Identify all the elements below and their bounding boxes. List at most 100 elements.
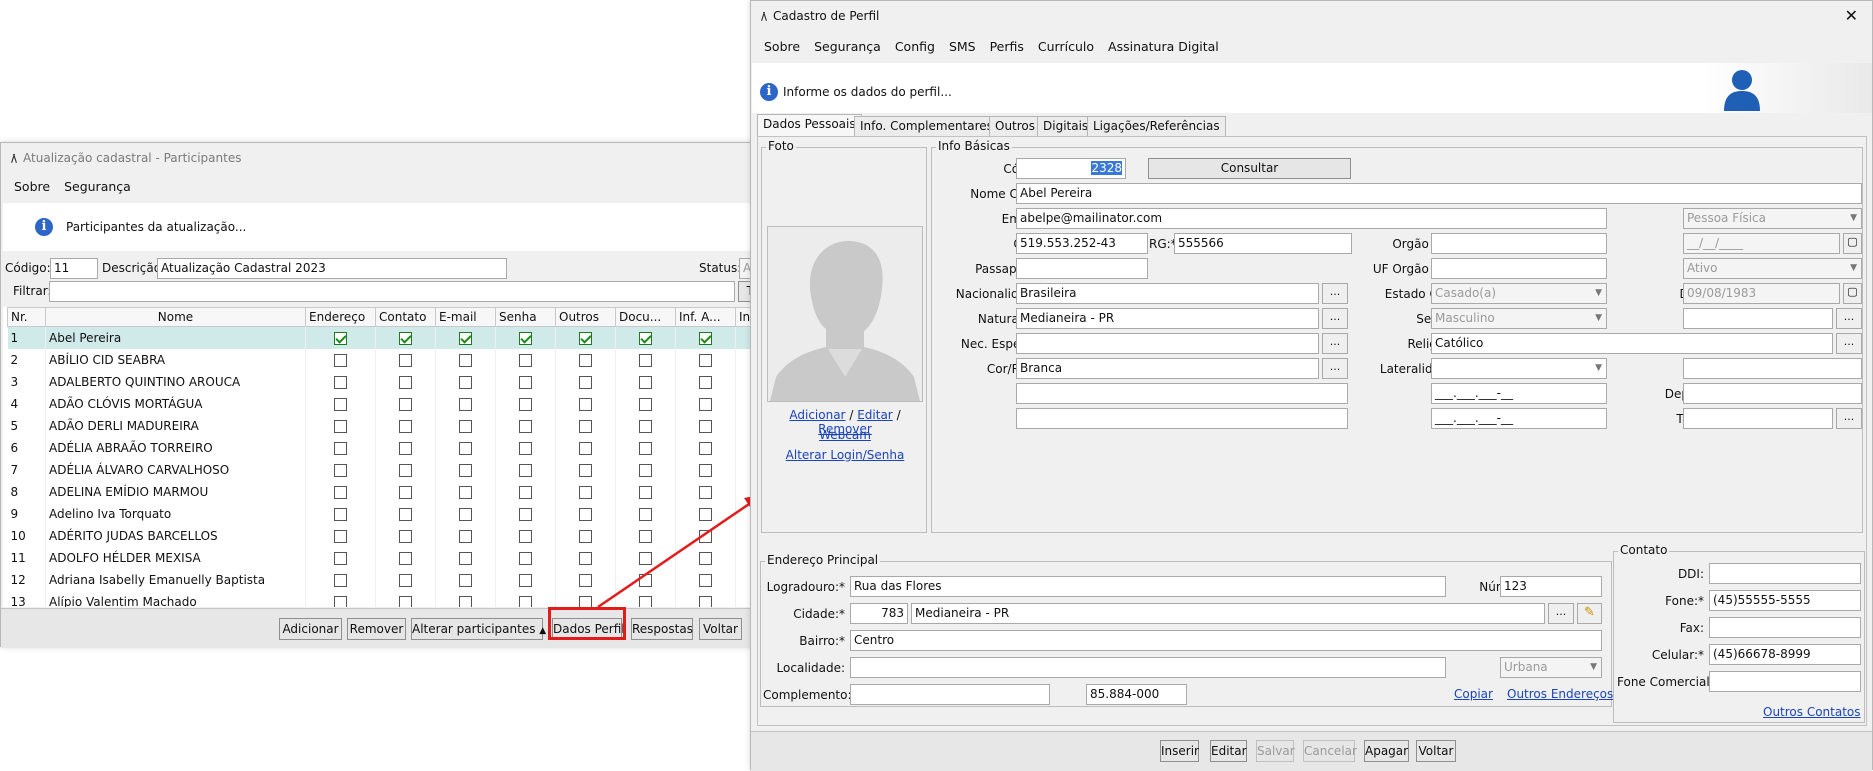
sexo-value: Masculino (1435, 311, 1495, 325)
cpf-mae-field[interactable]: ___.___.___-__ (1431, 408, 1607, 429)
outros-contatos-link[interactable]: Outros Contatos (1763, 705, 1861, 719)
tipo-select[interactable]: Pessoa Física ▼ (1683, 208, 1862, 229)
menu-perfis[interactable]: Perfis (983, 39, 1031, 54)
tab-info-complementares[interactable]: Info. Complementares (854, 116, 999, 136)
tratamento-field[interactable] (1683, 408, 1833, 429)
estado-civil-select[interactable]: Casado(a) ▼ (1431, 283, 1607, 304)
menu-seguranca[interactable]: Segurança (807, 39, 888, 54)
menu-assinatura-digital[interactable]: Assinatura Digital (1101, 39, 1226, 54)
genero-field[interactable] (1683, 308, 1833, 329)
logradouro-field[interactable]: Rua das Flores (850, 576, 1446, 597)
tab-outros[interactable]: Outros (989, 116, 1042, 136)
menu-sms[interactable]: SMS (942, 39, 983, 54)
data-nasc-field[interactable]: 09/08/1983 (1683, 283, 1840, 304)
menu-config[interactable]: Config (888, 39, 942, 54)
apagar-button[interactable]: Apagar (1364, 740, 1409, 762)
menu-sobre[interactable]: Sobre (757, 39, 807, 54)
profile-button-bar: Inserir Editar Salvar Cancelar Apagar Vo… (751, 731, 1872, 771)
codigo-value: 2328 (1091, 161, 1122, 175)
celular-field[interactable]: (45)66678-8999 (1709, 644, 1861, 665)
alterar-login-senha-link[interactable]: Alterar Login/Senha (786, 448, 905, 462)
chevron-down-icon: ▼ (1850, 213, 1857, 223)
tab-ligacoes-referencias[interactable]: Ligações/Referências (1087, 116, 1226, 136)
cor-raca-field[interactable]: Branca (1016, 358, 1319, 379)
ddi-field[interactable] (1709, 563, 1861, 584)
menu-curriculo[interactable]: Currículo (1031, 39, 1101, 54)
cidade-lookup-button[interactable]: ... (1548, 603, 1574, 624)
consultar-button[interactable]: Consultar (1148, 158, 1351, 179)
profile-window: /\ Cadastro de Perfil ✕ Sobre Segurança … (750, 0, 1873, 771)
close-icon[interactable]: ✕ (1845, 6, 1858, 25)
endereco-tipo-select[interactable]: Urbana ▼ (1500, 657, 1602, 678)
photo-separator-2: / (896, 408, 901, 422)
genero-lookup-button[interactable]: ... (1836, 308, 1862, 329)
profile-info-banner: i Informe os dados do perfil... (752, 63, 1872, 113)
editar-button[interactable]: Editar (1210, 740, 1247, 762)
voltar-button[interactable]: Voltar (1416, 740, 1456, 762)
nome-civil-field[interactable]: Abel Pereira (1016, 183, 1862, 204)
profile-info-text: Informe os dados do perfil... (783, 85, 952, 99)
fone-field[interactable]: (45)55555-5555 (1709, 590, 1861, 611)
adicionar-foto-link[interactable]: Adicionar (789, 408, 845, 422)
fone-comercial-label: Fone Comercial: (1617, 675, 1714, 689)
cidade-code-field[interactable]: 783 (850, 603, 908, 624)
bairro-field[interactable]: Centro (850, 630, 1602, 651)
complemento-field[interactable] (850, 684, 1050, 705)
nacionalidade-field[interactable]: Brasileira (1016, 283, 1319, 304)
webcam-link[interactable]: Webcam (819, 428, 871, 442)
status-select[interactable]: Ativo ▼ (1683, 258, 1862, 279)
calendar-icon[interactable]: ▢ (1843, 233, 1862, 254)
chevron-down-icon: ▼ (1595, 288, 1602, 298)
contato-title: Contato (1618, 543, 1670, 557)
mae-field[interactable] (1016, 408, 1348, 429)
outros-enderecos-link[interactable]: Outros Endereços (1507, 687, 1613, 701)
copiar-link[interactable]: Copiar (1454, 687, 1493, 701)
profile-tabs: Dados Pessoais Info. Complementares Outr… (757, 114, 1867, 138)
calendar-icon[interactable]: ▢ (1843, 283, 1862, 304)
tab-digitais[interactable]: Digitais (1037, 116, 1095, 136)
status-value: Ativo (1687, 261, 1718, 275)
religiao-field[interactable]: Católico (1431, 333, 1833, 354)
lateralidade-select[interactable]: ▼ (1431, 358, 1607, 379)
codigo-field[interactable]: 2328 (1016, 158, 1126, 179)
natural-field[interactable]: Medianeira - PR (1016, 308, 1319, 329)
passaporte-field[interactable] (1016, 258, 1148, 279)
tab-dados-pessoais[interactable]: Dados Pessoais (757, 114, 862, 137)
inserir-button[interactable]: Inserir (1160, 740, 1199, 762)
numero-field[interactable]: 123 (1500, 576, 1602, 597)
sexo-select[interactable]: Masculino ▼ (1431, 308, 1607, 329)
chevron-down-icon: ▼ (1590, 662, 1597, 672)
cpf-field[interactable]: 519.553.252-43 (1016, 233, 1148, 254)
user-avatar-icon (1724, 70, 1760, 111)
editar-foto-link[interactable]: Editar (857, 408, 893, 422)
email-field[interactable]: abelpe@mailinator.com (1016, 208, 1607, 229)
cancelar-button[interactable]: Cancelar (1303, 740, 1357, 762)
dependentes-field[interactable] (1683, 383, 1862, 404)
pai-field[interactable] (1016, 383, 1348, 404)
pencil-icon[interactable]: ✎ (1577, 603, 1602, 624)
cidade-field[interactable]: Medianeira - PR (911, 603, 1545, 624)
app-logo-icon: /\ (761, 9, 767, 23)
alterar-login-row: Alterar Login/Senha (762, 448, 928, 462)
webcam-row: Webcam (762, 428, 928, 442)
fone-label: Fone:* (1665, 594, 1704, 608)
tratamento-lookup-button[interactable]: ... (1836, 408, 1862, 429)
endereco-tipo-value: Urbana (1504, 660, 1548, 674)
salvar-button[interactable]: Salvar (1256, 740, 1295, 762)
complemento-label: Complemento: (763, 688, 852, 702)
rg-field[interactable]: 555566 (1174, 233, 1352, 254)
nec-especial-field[interactable] (1016, 333, 1319, 354)
cep-field[interactable]: 85.884-000 (1086, 684, 1187, 705)
profile-menubar: Sobre Segurança Config SMS Perfis Curríc… (751, 39, 1872, 54)
fone-comercial-field[interactable] (1709, 671, 1861, 692)
rne-rnm-field[interactable] (1683, 358, 1862, 379)
cpf-pai-field[interactable]: ___.___.___-__ (1431, 383, 1607, 404)
uf-orgao-exp-field[interactable] (1431, 258, 1607, 279)
fax-field[interactable] (1709, 617, 1861, 638)
localidade-field[interactable] (850, 657, 1446, 678)
religiao-lookup-button[interactable]: ... (1836, 333, 1862, 354)
localidade-label: Localidade: (776, 661, 845, 675)
orgao-exp-field[interactable] (1431, 233, 1607, 254)
data-exp-field[interactable]: __/__/____ (1683, 233, 1840, 254)
chevron-down-icon: ▼ (1595, 363, 1602, 373)
